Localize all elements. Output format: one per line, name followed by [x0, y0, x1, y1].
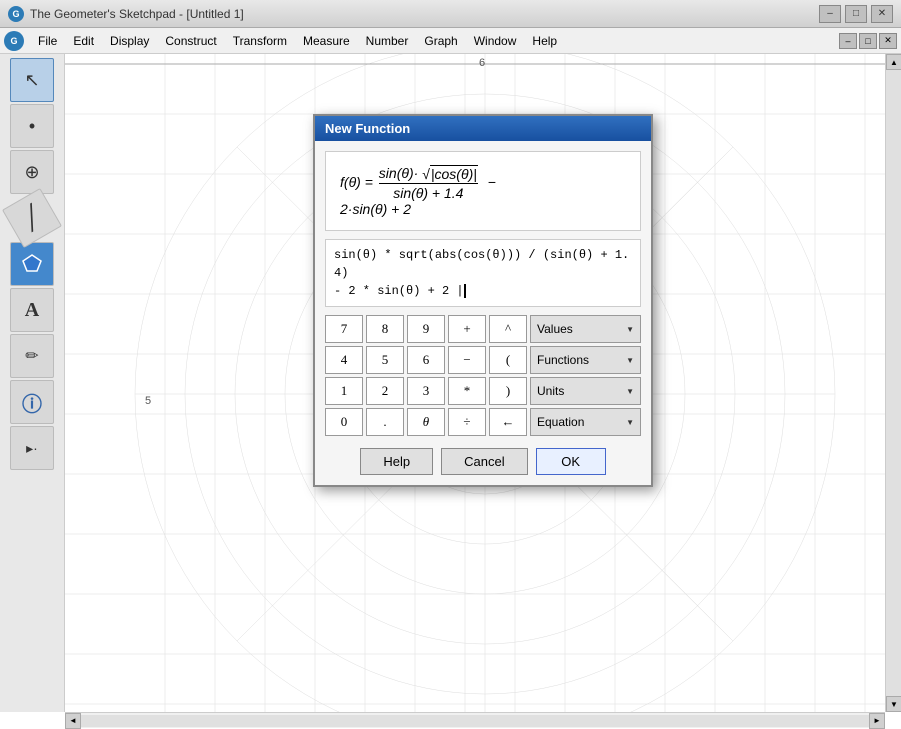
- btn-3[interactable]: 3: [407, 377, 445, 405]
- btn-divide[interactable]: ÷: [448, 408, 486, 436]
- btn-0[interactable]: 0: [325, 408, 363, 436]
- calc-grid: 7 8 9 + ^ Values ▼ 4 5 6 −: [325, 315, 641, 436]
- units-dropdown-arrow: ▼: [626, 387, 634, 396]
- compass-tool[interactable]: ⊕: [10, 150, 54, 194]
- menu-file[interactable]: File: [30, 32, 65, 50]
- menu-construct[interactable]: Construct: [157, 32, 224, 50]
- menu-transform[interactable]: Transform: [225, 32, 295, 50]
- dialog-title-bar: New Function: [315, 116, 651, 141]
- minimize-button[interactable]: –: [819, 5, 841, 23]
- inner-minimize[interactable]: –: [839, 33, 857, 49]
- btn-dot[interactable]: .: [366, 408, 404, 436]
- menu-app-icon: G: [4, 31, 24, 51]
- expression-input[interactable]: sin(θ) * sqrt(abs(cos(θ))) / (sin(θ) + 1…: [325, 239, 641, 307]
- menu-number[interactable]: Number: [358, 32, 417, 50]
- menu-edit[interactable]: Edit: [65, 32, 102, 50]
- formula-display: f(θ) = sin(θ)· √ |cos(θ)| sin(θ) + 1.4: [325, 151, 641, 231]
- scrollbar-bottom[interactable]: ◄ ►: [65, 712, 885, 728]
- formula-rendered: f(θ) = sin(θ)· √ |cos(θ)| sin(θ) + 1.4: [340, 165, 496, 218]
- dialog-body: f(θ) = sin(θ)· √ |cos(θ)| sin(θ) + 1.4: [315, 141, 651, 485]
- btn-9[interactable]: 9: [407, 315, 445, 343]
- select-tool[interactable]: ↖: [10, 58, 54, 102]
- main-area: ↖ • ⊕ ╱ A ✏ ⓘ ▸· .grid-line { stroke: #d…: [0, 54, 901, 712]
- menu-bar: G File Edit Display Construct Transform …: [0, 28, 901, 54]
- btn-rparen[interactable]: ): [489, 377, 527, 405]
- inner-close[interactable]: ✕: [879, 33, 897, 49]
- left-axis-label: 5: [145, 395, 151, 407]
- app-icon: G: [8, 6, 24, 22]
- btn-caret[interactable]: ^: [489, 315, 527, 343]
- ok-button[interactable]: OK: [536, 448, 606, 475]
- close-button[interactable]: ✕: [871, 5, 893, 23]
- btn-7[interactable]: 7: [325, 315, 363, 343]
- new-function-dialog: New Function f(θ) = sin(θ)·: [313, 114, 653, 487]
- btn-8[interactable]: 8: [366, 315, 404, 343]
- cancel-button[interactable]: Cancel: [441, 448, 527, 475]
- scroll-track-right: [886, 70, 901, 696]
- scroll-up-btn[interactable]: ▲: [886, 54, 901, 70]
- expr-text: sin(θ) * sqrt(abs(cos(θ))) / (sin(θ) + 1…: [334, 248, 629, 298]
- dropdown-units[interactable]: Units ▼: [530, 377, 641, 405]
- cursor: |: [456, 284, 465, 298]
- dialog-action-buttons: Help Cancel OK: [325, 444, 641, 475]
- top-axis-label: 6: [479, 57, 485, 69]
- window-controls: – □ ✕: [819, 5, 893, 23]
- btn-4[interactable]: 4: [325, 346, 363, 374]
- btn-5[interactable]: 5: [366, 346, 404, 374]
- line-tool[interactable]: ╱: [2, 188, 62, 248]
- functions-dropdown-arrow: ▼: [626, 356, 634, 365]
- window-title: The Geometer's Sketchpad - [Untitled 1]: [30, 7, 819, 21]
- toolbar: ↖ • ⊕ ╱ A ✏ ⓘ ▸·: [0, 54, 65, 712]
- point-tool[interactable]: •: [10, 104, 54, 148]
- btn-6[interactable]: 6: [407, 346, 445, 374]
- btn-2[interactable]: 2: [366, 377, 404, 405]
- btn-minus[interactable]: −: [448, 346, 486, 374]
- scroll-down-btn[interactable]: ▼: [886, 696, 901, 712]
- btn-backspace[interactable]: ←: [489, 408, 527, 436]
- inner-maximize[interactable]: □: [859, 33, 877, 49]
- info-tool[interactable]: ⓘ: [10, 380, 54, 424]
- values-dropdown-arrow: ▼: [626, 325, 634, 334]
- menu-controls: – □ ✕: [839, 33, 897, 49]
- equation-dropdown-arrow: ▼: [626, 418, 634, 427]
- btn-theta[interactable]: θ: [407, 408, 445, 436]
- marker-tool[interactable]: ✏: [10, 334, 54, 378]
- canvas-area[interactable]: .grid-line { stroke: #ddd; stroke-width:…: [65, 54, 901, 712]
- dialog-title: New Function: [325, 121, 410, 136]
- dropdown-equation[interactable]: Equation ▼: [530, 408, 641, 436]
- title-bar: G The Geometer's Sketchpad - [Untitled 1…: [0, 0, 901, 28]
- dropdown-functions[interactable]: Functions ▼: [530, 346, 641, 374]
- scrollbar-right[interactable]: ▲ ▼: [885, 54, 901, 712]
- menu-help[interactable]: Help: [524, 32, 565, 50]
- help-button[interactable]: Help: [360, 448, 433, 475]
- menu-measure[interactable]: Measure: [295, 32, 358, 50]
- menu-display[interactable]: Display: [102, 32, 157, 50]
- menu-graph[interactable]: Graph: [416, 32, 465, 50]
- maximize-button[interactable]: □: [845, 5, 867, 23]
- btn-1[interactable]: 1: [325, 377, 363, 405]
- text-tool[interactable]: A: [10, 288, 54, 332]
- scroll-right-btn[interactable]: ►: [869, 713, 885, 729]
- btn-lparen[interactable]: (: [489, 346, 527, 374]
- polygon-tool[interactable]: [10, 242, 54, 286]
- scroll-track-bottom: [81, 715, 869, 727]
- btn-plus[interactable]: +: [448, 315, 486, 343]
- btn-multiply[interactable]: *: [448, 377, 486, 405]
- menu-window[interactable]: Window: [466, 32, 525, 50]
- expand-tool[interactable]: ▸·: [10, 426, 54, 470]
- scroll-left-btn[interactable]: ◄: [65, 713, 81, 729]
- dropdown-values[interactable]: Values ▼: [530, 315, 641, 343]
